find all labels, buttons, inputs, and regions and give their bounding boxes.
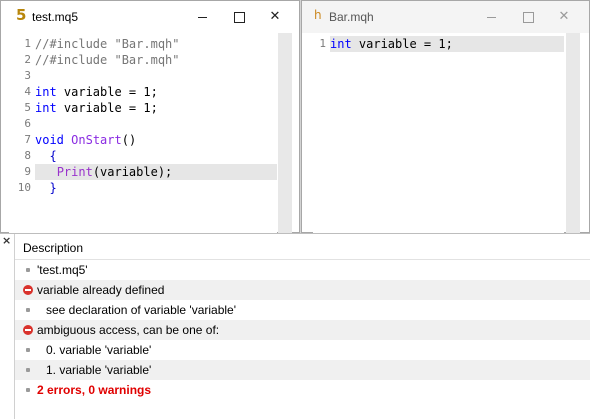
- code-line-highlighted[interactable]: int variable = 1;: [330, 36, 564, 52]
- editor-window-test-mq5[interactable]: 5 test.mq5 ✕ 1 2 3 4 5 6 7 8 9 10 //#inc…: [0, 0, 300, 233]
- function-name: OnStart: [71, 133, 122, 147]
- error-icon: [23, 280, 33, 300]
- bullet-icon: [23, 360, 33, 380]
- close-panel-button[interactable]: ×: [2, 235, 12, 247]
- code-line[interactable]: [35, 68, 277, 84]
- line-number: 1: [319, 37, 326, 50]
- row-text: variable already defined: [37, 283, 165, 297]
- keyword: int: [35, 101, 57, 115]
- minimize-button[interactable]: [194, 9, 210, 25]
- line-number: 5: [24, 101, 31, 114]
- comment: //#include "Bar.mqh": [35, 37, 180, 51]
- error-list-row[interactable]: 1. variable 'variable': [15, 360, 590, 380]
- error-summary-row[interactable]: 2 errors, 0 warnings: [15, 380, 590, 400]
- bullet-icon: [23, 380, 33, 400]
- column-header-label: Description: [23, 241, 84, 255]
- line-number-gutter: 1: [313, 33, 330, 233]
- mqh-file-icon: h: [314, 8, 322, 22]
- error-list-row[interactable]: 'test.mq5': [15, 260, 590, 280]
- brace: }: [49, 181, 57, 195]
- line-number: 2: [24, 53, 31, 66]
- code-editor[interactable]: 1 int variable = 1;: [313, 33, 564, 233]
- column-header[interactable]: Description: [15, 234, 590, 260]
- error-list-row[interactable]: ambiguous access, can be one of:: [15, 320, 590, 340]
- maximize-button[interactable]: [520, 9, 536, 25]
- line-number: 1: [24, 37, 31, 50]
- line-number: 10: [17, 181, 31, 194]
- keyword: void: [35, 133, 64, 147]
- code-line[interactable]: [35, 116, 277, 132]
- bullet-icon: [23, 300, 33, 320]
- row-text: 1. variable 'variable': [46, 363, 152, 377]
- line-number: 9: [24, 165, 31, 178]
- code-text[interactable]: int variable = 1;: [330, 33, 564, 233]
- code-fragment: (): [121, 133, 137, 147]
- keyword: int: [35, 85, 57, 99]
- keyword: int: [330, 37, 352, 51]
- row-text: see declaration of variable 'variable': [46, 303, 237, 317]
- line-number: 4: [24, 85, 31, 98]
- window-title: test.mq5: [32, 10, 79, 24]
- code-line[interactable]: void OnStart(): [35, 132, 277, 148]
- error-summary-text: 2 errors, 0 warnings: [37, 383, 152, 397]
- mq5-file-icon: 5: [16, 6, 27, 24]
- window-titlebar[interactable]: 5 test.mq5 ✕: [1, 1, 299, 33]
- error-list-row[interactable]: 0. variable 'variable': [15, 340, 590, 360]
- code-line[interactable]: //#include "Bar.mqh": [35, 52, 277, 68]
- window-titlebar[interactable]: h Bar.mqh ✕: [302, 1, 589, 33]
- vertical-scrollbar[interactable]: [566, 33, 580, 233]
- error-icon: [23, 320, 33, 340]
- line-number: 7: [24, 133, 31, 146]
- close-button[interactable]: ✕: [556, 9, 572, 25]
- bullet-icon: [23, 260, 33, 280]
- line-number-gutter: 1 2 3 4 5 6 7 8 9 10: [9, 33, 35, 233]
- row-text: ambiguous access, can be one of:: [37, 323, 220, 337]
- window-title: Bar.mqh: [329, 10, 374, 24]
- errors-panel: × Description 'test.mq5' variable alread…: [0, 233, 590, 419]
- row-text: 0. variable 'variable': [46, 343, 152, 357]
- vertical-scrollbar[interactable]: [278, 33, 292, 233]
- line-number: 3: [24, 69, 31, 82]
- close-button[interactable]: ✕: [267, 9, 283, 25]
- code-line[interactable]: }: [35, 180, 277, 196]
- bullet-icon: [23, 340, 33, 360]
- maximize-button[interactable]: [231, 9, 247, 25]
- code-line[interactable]: int variable = 1;: [35, 100, 277, 116]
- code-line[interactable]: {: [35, 148, 277, 164]
- code-text[interactable]: //#include "Bar.mqh" //#include "Bar.mqh…: [35, 33, 277, 233]
- code-line[interactable]: int variable = 1;: [35, 84, 277, 100]
- code-fragment: variable = 1;: [56, 101, 158, 115]
- row-text: 'test.mq5': [37, 263, 88, 277]
- line-number: 6: [24, 117, 31, 130]
- code-fragment: variable = 1;: [56, 85, 158, 99]
- code-editor[interactable]: 1 2 3 4 5 6 7 8 9 10 //#include "Bar.mqh…: [9, 33, 277, 233]
- brace: {: [49, 149, 57, 163]
- error-list-row[interactable]: see declaration of variable 'variable': [15, 300, 590, 320]
- minimize-button[interactable]: [483, 9, 499, 25]
- comment: //#include "Bar.mqh": [35, 53, 180, 67]
- function-name: Print: [56, 165, 93, 179]
- editor-window-bar-mqh[interactable]: h Bar.mqh ✕ 1 int variable = 1;: [301, 0, 590, 233]
- error-list-row[interactable]: variable already defined: [15, 280, 590, 300]
- code-fragment: variable = 1;: [351, 37, 453, 51]
- line-number: 8: [24, 149, 31, 162]
- code-line[interactable]: //#include "Bar.mqh": [35, 36, 277, 52]
- code-line-highlighted[interactable]: Print(variable);: [35, 164, 277, 180]
- code-fragment: (variable);: [92, 165, 173, 179]
